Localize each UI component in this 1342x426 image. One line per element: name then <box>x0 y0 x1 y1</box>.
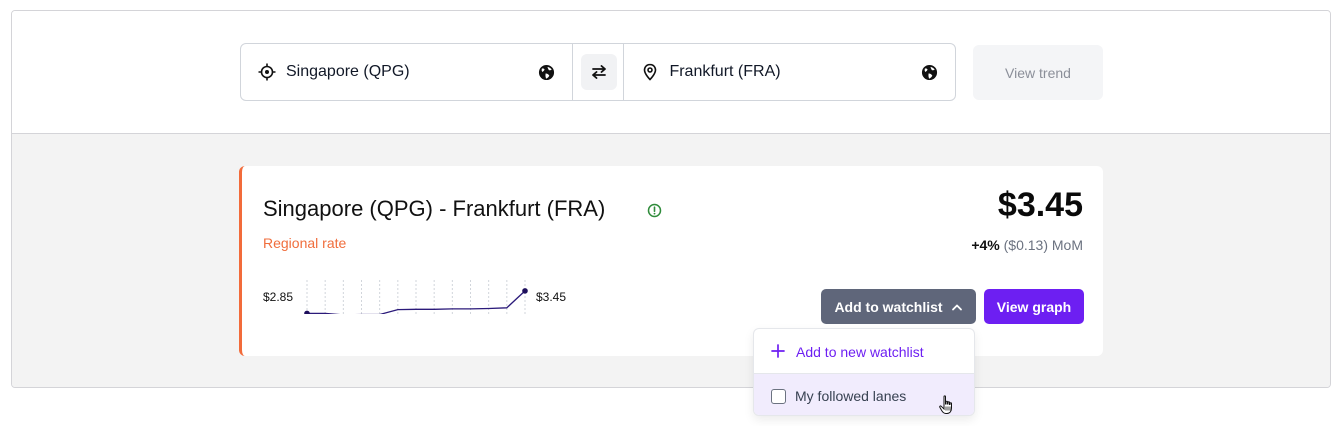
lane-search-box: Singapore (QPG) Frankfurt (FRA) <box>240 43 956 101</box>
add-to-watchlist-button[interactable]: Add to watchlist <box>821 289 976 324</box>
view-trend-button[interactable]: View trend <box>973 45 1103 100</box>
search-section: Singapore (QPG) Frankfurt (FRA) View tre… <box>12 11 1330 134</box>
lane-rate-card: Singapore (QPG) - Frankfurt (FRA) Region… <box>239 166 1103 356</box>
change-percent: +4% <box>971 237 1000 253</box>
sparkline-end-label: $3.45 <box>536 290 567 304</box>
lane-title: Singapore (QPG) - Frankfurt (FRA) <box>263 196 606 221</box>
view-graph-button[interactable]: View graph <box>984 289 1084 324</box>
globe-icon[interactable] <box>538 64 555 81</box>
sparkline-start-point <box>304 310 310 314</box>
add-to-watchlist-label: Add to watchlist <box>834 298 943 315</box>
add-to-new-watchlist-label: Add to new watchlist <box>796 344 924 360</box>
watchlist-item-label: My followed lanes <box>795 388 907 404</box>
crosshair-icon <box>258 63 276 81</box>
rate-price: $3.45 <box>997 186 1083 224</box>
sparkline-series <box>307 290 526 314</box>
add-to-new-watchlist-item[interactable]: Add to new watchlist <box>754 329 974 374</box>
map-pin-icon <box>644 63 657 81</box>
origin-field[interactable]: Singapore (QPG) <box>241 44 572 100</box>
watchlist-checkbox[interactable] <box>771 389 786 404</box>
info-icon[interactable] <box>647 203 662 218</box>
origin-value: Singapore (QPG) <box>286 63 410 80</box>
rate-type-label: Regional rate <box>263 235 347 251</box>
destination-field[interactable]: Frankfurt (FRA) <box>624 44 955 100</box>
swap-button[interactable] <box>580 54 617 90</box>
hand-cursor-icon <box>939 395 952 414</box>
results-section: Singapore (QPG) - Frankfurt (FRA) Region… <box>12 134 1330 387</box>
sparkline-end-point <box>522 288 528 294</box>
lane-search-panel: Singapore (QPG) Frankfurt (FRA) View tre… <box>11 10 1331 388</box>
rate-sparkline <box>304 280 528 314</box>
change-absolute: ($0.13) MoM <box>1003 237 1083 253</box>
chevron-up-icon <box>951 304 962 310</box>
globe-icon[interactable] <box>921 64 938 81</box>
swap-zone <box>571 44 625 100</box>
sparkline-start-label: $2.85 <box>263 290 294 304</box>
plus-icon <box>771 344 785 358</box>
destination-value: Frankfurt (FRA) <box>669 63 781 80</box>
swap-arrows-icon <box>591 65 606 79</box>
rate-change: +4% ($0.13) MoM <box>971 237 1083 253</box>
